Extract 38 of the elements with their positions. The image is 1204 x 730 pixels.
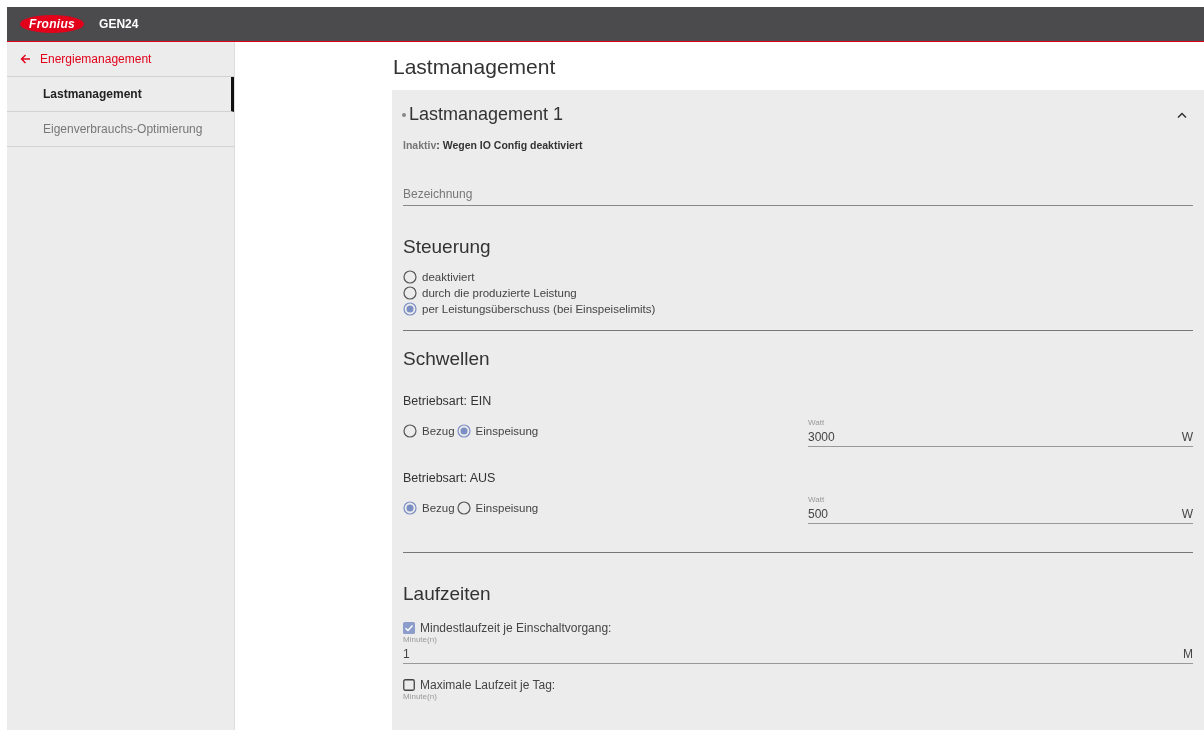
watt-field[interactable]: Watt 3000 W xyxy=(808,418,1193,447)
radio-label[interactable]: Bezug xyxy=(422,502,455,514)
radio-selected-icon[interactable] xyxy=(403,302,417,316)
radio-label[interactable]: Bezug xyxy=(422,425,455,437)
radio-selected-icon[interactable] xyxy=(456,424,471,438)
radio-label[interactable]: deaktiviert xyxy=(422,271,475,283)
minutes-field[interactable]: Minute(n) 1 M xyxy=(403,635,1193,664)
checkbox-label[interactable]: Mindestlaufzeit je Einschaltvorgang: xyxy=(420,621,612,635)
sidebar-item[interactable]: Eigenverbrauchs-Optimierung xyxy=(7,112,234,147)
checkbox[interactable] xyxy=(403,622,415,634)
mode-title: Betriebsart: AUS xyxy=(403,471,497,485)
bullet-icon xyxy=(402,113,406,118)
radio-icon[interactable] xyxy=(403,270,417,284)
section-heading: Steuerung xyxy=(403,236,492,258)
sidebar-item[interactable]: Lastmanagement xyxy=(7,77,234,112)
card-title: Lastmanagement 1 xyxy=(409,104,564,124)
radio-label[interactable]: Einspeisung xyxy=(475,425,539,437)
radio-icon[interactable] xyxy=(456,501,471,515)
mode-title: Betriebsart: EIN xyxy=(403,394,493,408)
watt-field[interactable]: Watt 500 W xyxy=(808,495,1193,524)
product-name: GEN24 xyxy=(99,17,139,31)
radio-label[interactable]: per Leistungsüberschuss (bei Einspeiselimits) xyxy=(422,303,656,315)
radio-selected-icon[interactable] xyxy=(403,501,417,515)
checkbox-label[interactable]: Maximale Laufzeit je Tag: xyxy=(420,678,556,692)
radio-label[interactable]: durch die produzierte Leistung xyxy=(422,287,577,299)
page-title: Lastmanagement xyxy=(393,55,557,79)
radio-label[interactable]: Einspeisung xyxy=(475,502,539,514)
section-heading: Schwellen xyxy=(403,348,491,370)
name-field[interactable]: Bezeichnung xyxy=(403,187,1193,206)
collapse-chevron-icon[interactable] xyxy=(1177,111,1187,118)
status-text: : Wegen IO Config deaktiviert xyxy=(436,139,583,151)
back-link[interactable]: Energiemanagement xyxy=(7,42,234,77)
brand-logo: Fronius xyxy=(20,15,85,33)
radio-icon[interactable] xyxy=(403,424,417,438)
back-arrow-icon xyxy=(20,54,31,64)
section-heading: Laufzeiten xyxy=(403,583,492,605)
checkbox[interactable] xyxy=(403,679,415,691)
radio-icon[interactable] xyxy=(403,286,417,300)
